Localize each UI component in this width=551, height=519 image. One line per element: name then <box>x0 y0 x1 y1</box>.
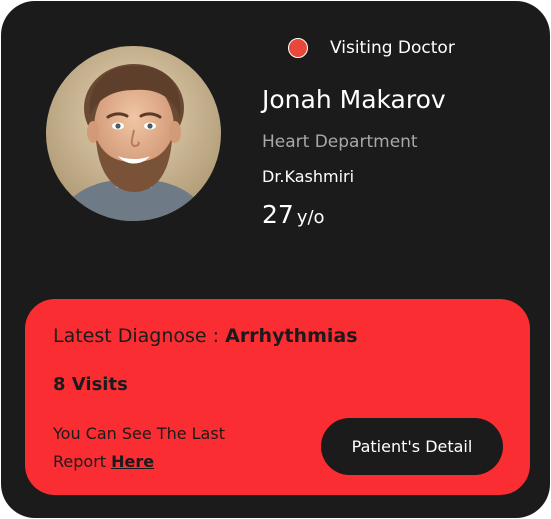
diagnosis-panel: Latest Diagnose : Arrhythmias 8 Visits Y… <box>25 299 530 495</box>
report-text: You Can See The Last Report Here <box>53 420 283 476</box>
patient-name: Jonah Makarov <box>262 85 446 114</box>
status-label: Visiting Doctor <box>330 38 455 58</box>
department-label: Heart Department <box>262 132 418 152</box>
diagnose-value: Arrhythmias <box>225 325 358 347</box>
patient-age: 27 y/o <box>262 200 325 229</box>
diagnose-label: Latest Diagnose : <box>53 325 226 347</box>
visit-count: 8 Visits <box>53 374 128 395</box>
report-here-link[interactable]: Here <box>111 452 154 471</box>
age-unit: y/o <box>296 207 325 228</box>
patient-avatar <box>46 46 221 221</box>
patient-detail-button[interactable]: Patient's Detail <box>321 418 503 475</box>
patient-card: Visiting Doctor Jonah Makarov Heart Depa… <box>1 1 550 518</box>
status-indicator: Visiting Doctor <box>288 37 455 59</box>
doctor-name: Dr.Kashmiri <box>262 167 355 186</box>
patient-photo <box>46 46 221 221</box>
latest-diagnose: Latest Diagnose : Arrhythmias <box>53 325 358 347</box>
status-dot-icon <box>288 38 308 58</box>
age-value: 27 <box>262 200 294 229</box>
